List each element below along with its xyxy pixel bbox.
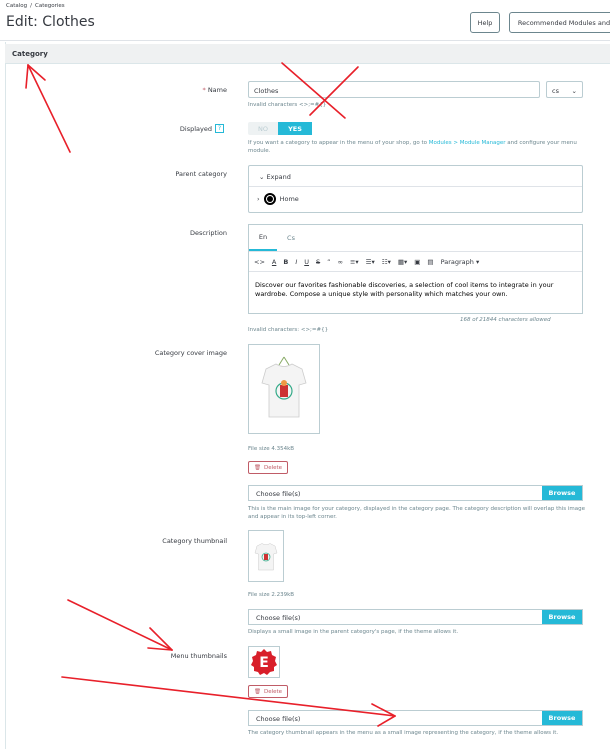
editor-toolbar: <> A B I U S ” ∞ ≡▾ ☰▾ ☷▾ ▦▾ ▣ ▤ Paragra… bbox=[249, 252, 582, 272]
numbered-list-icon[interactable]: ☷▾ bbox=[382, 258, 391, 266]
module-manager-link[interactable]: Modules > Module Manager bbox=[429, 140, 506, 146]
cover-image-preview bbox=[248, 344, 320, 434]
category-tree: ⌄ Expand › Home bbox=[248, 165, 583, 213]
tshirt-image bbox=[261, 356, 307, 418]
tree-item-home[interactable]: › Home bbox=[257, 193, 299, 205]
description-label: Description bbox=[189, 229, 227, 237]
tab-cs[interactable]: Cs bbox=[277, 225, 305, 251]
displayed-hint: If you want a category to appear in the … bbox=[248, 140, 577, 154]
thumbnail-preview bbox=[248, 530, 284, 582]
character-counter: 168 of 21844 characters allowed bbox=[460, 317, 551, 323]
thumbnail-label: Category thumbnail bbox=[162, 537, 227, 545]
language-tabs: En Cs bbox=[249, 225, 582, 252]
menu-thumbnail-preview: E bbox=[248, 646, 280, 678]
menu-file-input[interactable]: Choose file(s) Browse bbox=[248, 710, 583, 726]
menu-hint: The category thumbnail appears in the me… bbox=[248, 730, 559, 736]
menu-file-name[interactable]: Choose file(s) bbox=[249, 711, 542, 725]
description-text[interactable]: Discover our favorites fashionable disco… bbox=[249, 272, 582, 308]
name-label: * Name bbox=[202, 86, 227, 94]
chevron-down-icon: ⌄ bbox=[571, 87, 577, 95]
description-hint: Invalid characters: <>;=#{} bbox=[248, 327, 329, 333]
description-editor: En Cs <> A B I U S ” ∞ ≡▾ ☰▾ ☷▾ ▦▾ ▣ ▤ P… bbox=[248, 224, 583, 314]
trash-icon: 🗑 bbox=[253, 464, 261, 471]
language-select[interactable]: cs ⌄ bbox=[546, 81, 583, 98]
cover-delete-button[interactable]: 🗑 Delete bbox=[248, 461, 288, 474]
recommended-modules-button[interactable]: Recommended Modules and bbox=[509, 12, 610, 33]
svg-text:E: E bbox=[259, 655, 269, 671]
bold-icon[interactable]: B bbox=[283, 258, 288, 266]
cover-file-input[interactable]: Choose file(s) Browse bbox=[248, 485, 583, 501]
toggle-yes[interactable]: YES bbox=[278, 122, 312, 135]
breadcrumb: Catalog / Categories bbox=[6, 3, 65, 9]
home-radio[interactable] bbox=[263, 193, 276, 205]
parent-category-label: Parent category bbox=[175, 170, 227, 178]
quote-icon[interactable]: ” bbox=[327, 258, 330, 266]
name-hint: Invalid characters <>;=#{} bbox=[248, 102, 327, 108]
cover-image-label: Category cover image bbox=[154, 349, 227, 357]
cover-browse-button[interactable]: Browse bbox=[542, 486, 582, 500]
tab-en[interactable]: En bbox=[249, 225, 277, 251]
page-title: Edit: Clothes bbox=[6, 14, 95, 30]
menu-browse-button[interactable]: Browse bbox=[542, 711, 582, 725]
chevron-right-icon[interactable]: › bbox=[257, 195, 260, 203]
menu-thumbnails-label: Menu thumbnails bbox=[170, 652, 227, 660]
strikethrough-icon[interactable]: S bbox=[316, 258, 320, 266]
thumbnail-file-input[interactable]: Choose file(s) Browse bbox=[248, 609, 583, 625]
trash-icon: 🗑 bbox=[253, 688, 261, 695]
code-icon[interactable]: <> bbox=[254, 258, 265, 266]
chevron-down-icon: ⌄ bbox=[259, 173, 267, 181]
list-icon[interactable]: ☰▾ bbox=[366, 258, 375, 266]
link-icon[interactable]: ∞ bbox=[338, 258, 343, 266]
breadcrumb-catalog[interactable]: Catalog bbox=[6, 3, 27, 9]
thumbnail-file-name[interactable]: Choose file(s) bbox=[249, 610, 542, 624]
align-icon[interactable]: ≡▾ bbox=[350, 258, 359, 266]
media-icon[interactable]: ▤ bbox=[427, 258, 433, 266]
panel-title: Category bbox=[5, 44, 610, 64]
e-logo-image: E bbox=[251, 649, 277, 675]
text-color-icon[interactable]: A bbox=[272, 258, 276, 266]
thumbnail-browse-button[interactable]: Browse bbox=[542, 610, 582, 624]
expand-toggle[interactable]: ⌄ Expand bbox=[259, 173, 291, 181]
image-icon[interactable]: ▣ bbox=[414, 258, 420, 266]
italic-icon[interactable]: I bbox=[295, 258, 297, 266]
help-button[interactable]: Help bbox=[470, 12, 500, 33]
cover-file-name[interactable]: Choose file(s) bbox=[249, 486, 542, 500]
thumbnail-file-size: File size 2.239kB bbox=[248, 592, 295, 598]
breadcrumb-categories[interactable]: Categories bbox=[35, 3, 65, 9]
table-icon[interactable]: ▦▾ bbox=[398, 258, 407, 266]
displayed-toggle[interactable]: NO YES bbox=[248, 122, 312, 135]
paragraph-select[interactable]: Paragraph ▾ bbox=[441, 258, 480, 266]
page-header: Catalog / Categories Edit: Clothes Help Re… bbox=[0, 0, 610, 41]
displayed-label: Displayed bbox=[179, 125, 212, 133]
tshirt-image bbox=[254, 543, 278, 571]
help-icon[interactable]: ? bbox=[215, 124, 224, 133]
name-input[interactable]: Clothes bbox=[248, 81, 540, 98]
cover-file-size: File size 4.354kB bbox=[248, 446, 295, 452]
underline-icon[interactable]: U bbox=[304, 258, 309, 266]
menu-delete-button[interactable]: 🗑 Delete bbox=[248, 685, 288, 698]
toggle-no[interactable]: NO bbox=[248, 122, 278, 135]
thumbnail-hint: Displays a small image in the parent cat… bbox=[248, 629, 459, 635]
cover-hint: This is the main image for your category… bbox=[248, 506, 585, 520]
